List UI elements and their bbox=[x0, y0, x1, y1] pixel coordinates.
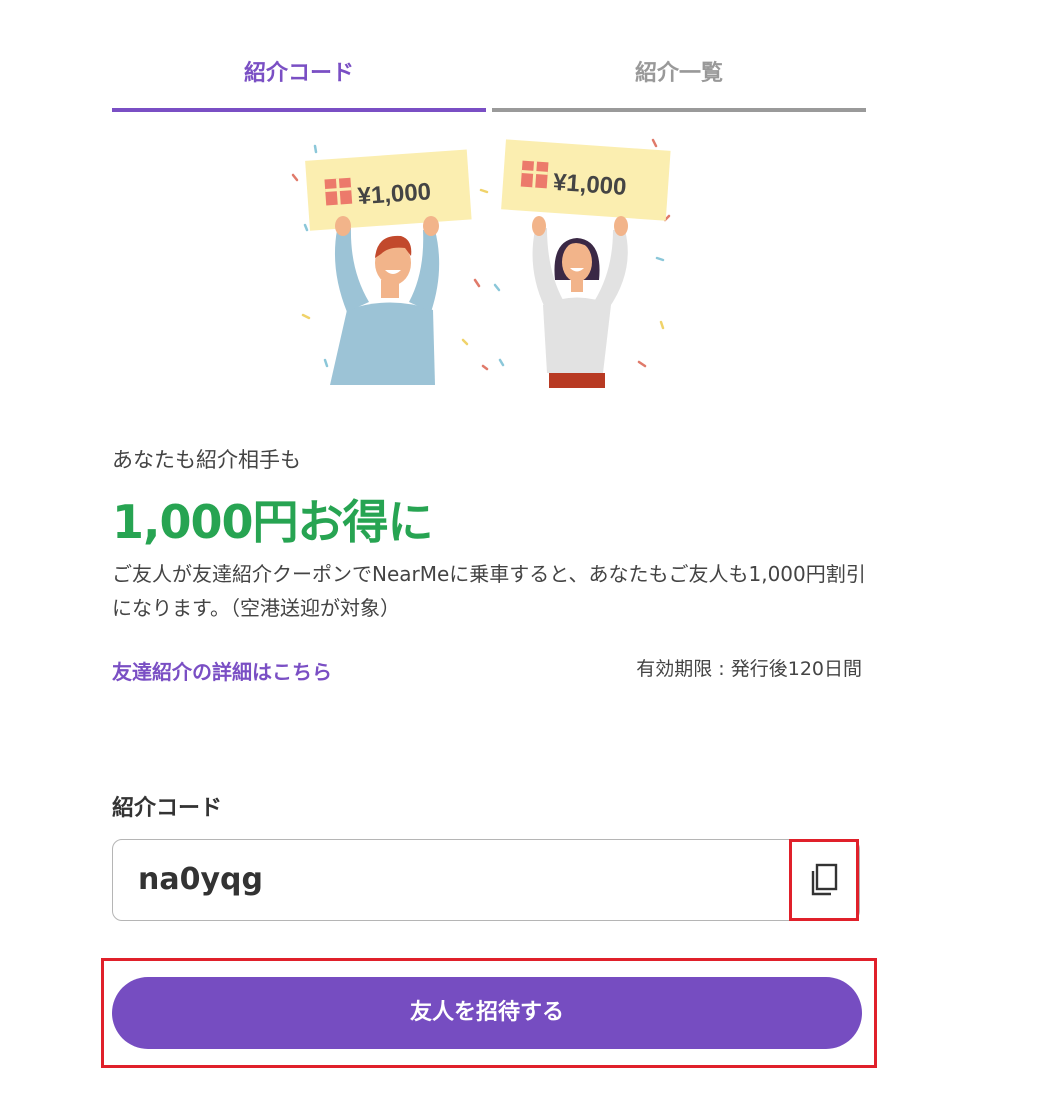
voucher-right: ¥1,000 bbox=[501, 139, 671, 221]
validity-period: 有効期限 : 発行後120日間 bbox=[636, 658, 862, 680]
referral-code-field: na0yqg bbox=[112, 839, 860, 921]
invite-friend-button[interactable]: 友人を招待する bbox=[112, 977, 862, 1049]
details-link[interactable]: 友達紹介の詳細はこちら bbox=[112, 656, 332, 685]
hero-illustration: ¥1,000 ¥1,000 bbox=[291, 138, 671, 388]
woman-figure bbox=[532, 216, 628, 388]
referral-code-value: na0yqg bbox=[138, 862, 263, 897]
tab-bar: 紹介コード 紹介一覧 bbox=[112, 40, 867, 112]
referral-code-label: 紹介コード bbox=[112, 796, 223, 821]
tab-referral-list[interactable]: 紹介一覧 bbox=[492, 40, 866, 112]
description: ご友人が友達紹介クーポンでNearMeに乗車すると、あなたもご友人も1,000円… bbox=[112, 562, 866, 620]
tab-referral-code[interactable]: 紹介コード bbox=[112, 40, 486, 112]
voucher-left-amount: ¥1,000 bbox=[357, 178, 432, 210]
subheading: あなたも紹介相手も bbox=[112, 448, 301, 472]
headline: 1,000円お得に bbox=[112, 495, 434, 549]
copy-icon bbox=[811, 863, 838, 896]
copy-button[interactable] bbox=[789, 839, 859, 921]
man-figure bbox=[330, 216, 440, 385]
voucher-left: ¥1,000 bbox=[305, 149, 472, 231]
voucher-right-amount: ¥1,000 bbox=[552, 169, 627, 201]
